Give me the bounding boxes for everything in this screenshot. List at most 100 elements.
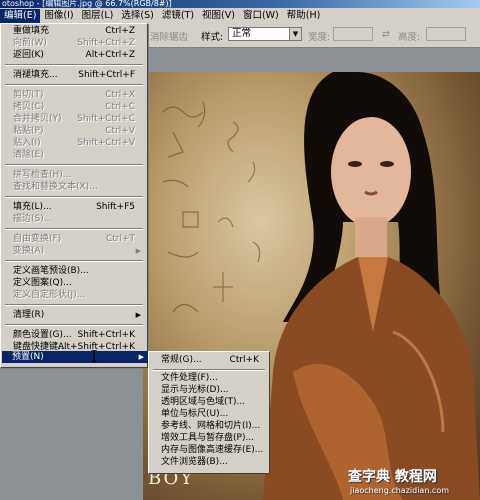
menu-item-shortcut: Ctrl+Z bbox=[105, 26, 135, 36]
menu-item-label: 内存与图像高速缓存(E)... bbox=[161, 445, 264, 455]
menu-item-define-brush[interactable]: 定义画笔预设(B)... bbox=[3, 265, 145, 277]
submenu-arrow-icon: ▶ bbox=[138, 353, 144, 361]
menu-item-shortcut: Shift+Ctrl+F bbox=[78, 70, 135, 80]
menu-image[interactable]: 图像(I) bbox=[40, 9, 77, 23]
menu-item-step-back[interactable]: 返回(K) Alt+Ctrl+Z bbox=[3, 49, 145, 61]
window-title: otoshop - [编辑图片.jpg @ 66.7%(RGB/8#)] bbox=[2, 0, 172, 8]
menu-item-step-forward[interactable]: 向前(W) Shift+Ctrl+Z bbox=[3, 37, 145, 49]
menu-item-label: 粘贴(P) bbox=[13, 126, 44, 136]
menu-item-label: 预置(N) bbox=[12, 352, 44, 362]
menu-window[interactable]: 窗口(W) bbox=[239, 9, 283, 23]
menu-item-check-spelling[interactable]: 拼写检查(H)... bbox=[3, 169, 145, 181]
watermark-title: 查字典 教程网 bbox=[348, 469, 437, 485]
menu-item-paste[interactable]: 粘贴(P) Ctrl+V bbox=[3, 125, 145, 137]
edit-menu: 重做填充 Ctrl+Z 向前(W) Shift+Ctrl+Z 返回(K) Alt+Ct… bbox=[0, 23, 148, 368]
menu-item-label: 向前(W) bbox=[13, 38, 47, 48]
menu-item-shortcut: Shift+Ctrl+V bbox=[77, 138, 135, 148]
menu-item-purge[interactable]: 清理(R) ▶ bbox=[3, 309, 145, 321]
submenu-item-memory-cache[interactable]: 内存与图像高速缓存(E)... bbox=[151, 444, 267, 456]
menu-item-copy-merged[interactable]: 合并拷贝(Y) Shift+Ctrl+C bbox=[3, 113, 145, 125]
menu-separator bbox=[5, 84, 143, 86]
menu-item-shortcut: Alt+Ctrl+Z bbox=[85, 50, 135, 60]
swap-icon[interactable]: ⇄ bbox=[382, 29, 390, 40]
menu-layer[interactable]: 图层(L) bbox=[78, 9, 118, 23]
menu-item-label: 透明区域与色域(T)... bbox=[161, 397, 246, 407]
menu-item-label: 常规(G)... bbox=[161, 355, 202, 365]
menu-item-label: 变换(A) bbox=[13, 246, 45, 256]
style-value: 正常 bbox=[232, 28, 252, 39]
menu-item-shortcut: Shift+Ctrl+C bbox=[77, 114, 135, 124]
menu-separator bbox=[5, 164, 143, 166]
menu-item-paste-into[interactable]: 贴入(I) Shift+Ctrl+V bbox=[3, 137, 145, 149]
chevron-down-icon[interactable]: ▼ bbox=[289, 28, 301, 40]
menu-item-shortcut: Shift+Ctrl+K bbox=[77, 330, 135, 340]
menu-item-cut[interactable]: 剪切(T) Ctrl+X bbox=[3, 89, 145, 101]
menu-item-label: 填充(L)... bbox=[13, 202, 52, 212]
menu-edit[interactable]: 编辑(E) bbox=[0, 8, 41, 23]
menu-item-stroke[interactable]: 描边(S)... bbox=[3, 213, 145, 225]
width-field[interactable] bbox=[333, 27, 373, 41]
submenu-item-file-browser[interactable]: 文件浏览器(B)... bbox=[151, 456, 267, 468]
menu-item-label: 描边(S)... bbox=[13, 214, 53, 224]
menu-separator bbox=[153, 369, 265, 371]
text-cursor-icon bbox=[91, 350, 97, 362]
menu-item-copy[interactable]: 拷贝(C) Ctrl+C bbox=[3, 101, 145, 113]
menu-item-transform[interactable]: 变换(A) ▶ bbox=[3, 245, 145, 257]
menu-item-shortcut: Ctrl+K bbox=[229, 355, 259, 365]
menu-item-preferences[interactable]: 预置(N) ▶ bbox=[2, 351, 148, 363]
height-field[interactable] bbox=[426, 27, 466, 41]
menu-item-fade-fill[interactable]: 消褪填充... Shift+Ctrl+F bbox=[3, 69, 145, 81]
preferences-submenu: 常规(G)... Ctrl+K 文件处理(F)... 显示与光标(D)... 透明… bbox=[148, 351, 270, 474]
menu-item-shortcut: Shift+F5 bbox=[96, 202, 135, 212]
menu-item-label: 参考线、网格和切片(I)... bbox=[161, 421, 261, 431]
menu-select[interactable]: 选择(S) bbox=[117, 9, 157, 23]
style-select[interactable]: 正常 ▼ bbox=[228, 27, 302, 41]
menu-item-label: 合并拷贝(Y) bbox=[13, 114, 62, 124]
menu-item-free-transform[interactable]: 自由变换(F) Ctrl+T bbox=[3, 233, 145, 245]
menu-item-redo-fill[interactable]: 重做填充 Ctrl+Z bbox=[3, 25, 145, 37]
width-label: 宽度: bbox=[308, 32, 331, 43]
menu-separator bbox=[5, 228, 143, 230]
menu-separator bbox=[5, 324, 143, 326]
menu-view[interactable]: 视图(V) bbox=[198, 9, 239, 23]
menu-item-define-shape[interactable]: 定义自定形状(J)... bbox=[3, 289, 145, 301]
menu-item-label: 拷贝(C) bbox=[13, 102, 45, 112]
menu-item-label: 返回(K) bbox=[13, 50, 44, 60]
anti-alias-label: 消除锯齿 bbox=[150, 32, 189, 43]
menu-item-label: 清除(E) bbox=[13, 150, 44, 160]
menu-item-color-settings[interactable]: 颜色设置(G)... Shift+Ctrl+K bbox=[3, 329, 145, 341]
submenu-arrow-icon: ▶ bbox=[135, 311, 141, 319]
menu-item-label: 文件浏览器(B)... bbox=[161, 457, 228, 467]
menu-item-shortcut: Shift+Ctrl+Z bbox=[77, 38, 135, 48]
submenu-item-transparency-gamut[interactable]: 透明区域与色域(T)... bbox=[151, 396, 267, 408]
style-label: 样式: bbox=[201, 32, 224, 43]
submenu-item-display-cursors[interactable]: 显示与光标(D)... bbox=[151, 384, 267, 396]
menu-item-label: 显示与光标(D)... bbox=[161, 385, 229, 395]
menu-help[interactable]: 帮助(H) bbox=[283, 9, 325, 23]
menu-item-label: 定义画笔预设(B)... bbox=[13, 266, 89, 276]
submenu-arrow-icon: ▶ bbox=[135, 247, 141, 255]
menu-item-label: 消褪填充... bbox=[13, 70, 58, 80]
menu-item-label: 剪切(T) bbox=[13, 90, 44, 100]
submenu-item-general[interactable]: 常规(G)... Ctrl+K bbox=[151, 354, 267, 366]
height-label: 高度: bbox=[398, 32, 421, 43]
menu-item-find-replace[interactable]: 查找和替换文本(X)... bbox=[3, 181, 145, 193]
menu-item-label: 拼写检查(H)... bbox=[13, 170, 72, 180]
menu-item-label: 定义图案(Q)... bbox=[13, 278, 72, 288]
submenu-item-units-rulers[interactable]: 单位与标尺(U)... bbox=[151, 408, 267, 420]
menu-item-define-pattern[interactable]: 定义图案(Q)... bbox=[3, 277, 145, 289]
menu-filter[interactable]: 滤镜(T) bbox=[158, 9, 198, 23]
menu-item-label: 单位与标尺(U)... bbox=[161, 409, 229, 419]
menu-bar: 编辑(E) 图像(I) 图层(L) 选择(S) 滤镜(T) 视图(V) 窗口(W… bbox=[0, 8, 480, 24]
menu-item-label: 增效工具与暂存盘(P)... bbox=[161, 433, 255, 443]
menu-item-fill[interactable]: 填充(L)... Shift+F5 bbox=[3, 201, 145, 213]
menu-item-shortcut: Ctrl+V bbox=[105, 126, 135, 136]
menu-item-label: 清理(R) bbox=[13, 310, 45, 320]
menu-item-clear[interactable]: 清除(E) bbox=[3, 149, 145, 161]
menu-item-label: 贴入(I) bbox=[13, 138, 41, 148]
submenu-item-file-handling[interactable]: 文件处理(F)... bbox=[151, 372, 267, 384]
menu-item-shortcut: Ctrl+X bbox=[105, 90, 135, 100]
submenu-item-plugins-scratch[interactable]: 增效工具与暂存盘(P)... bbox=[151, 432, 267, 444]
submenu-item-guides-grid-slices[interactable]: 参考线、网格和切片(I)... bbox=[151, 420, 267, 432]
menu-item-shortcut: Ctrl+C bbox=[105, 102, 135, 112]
